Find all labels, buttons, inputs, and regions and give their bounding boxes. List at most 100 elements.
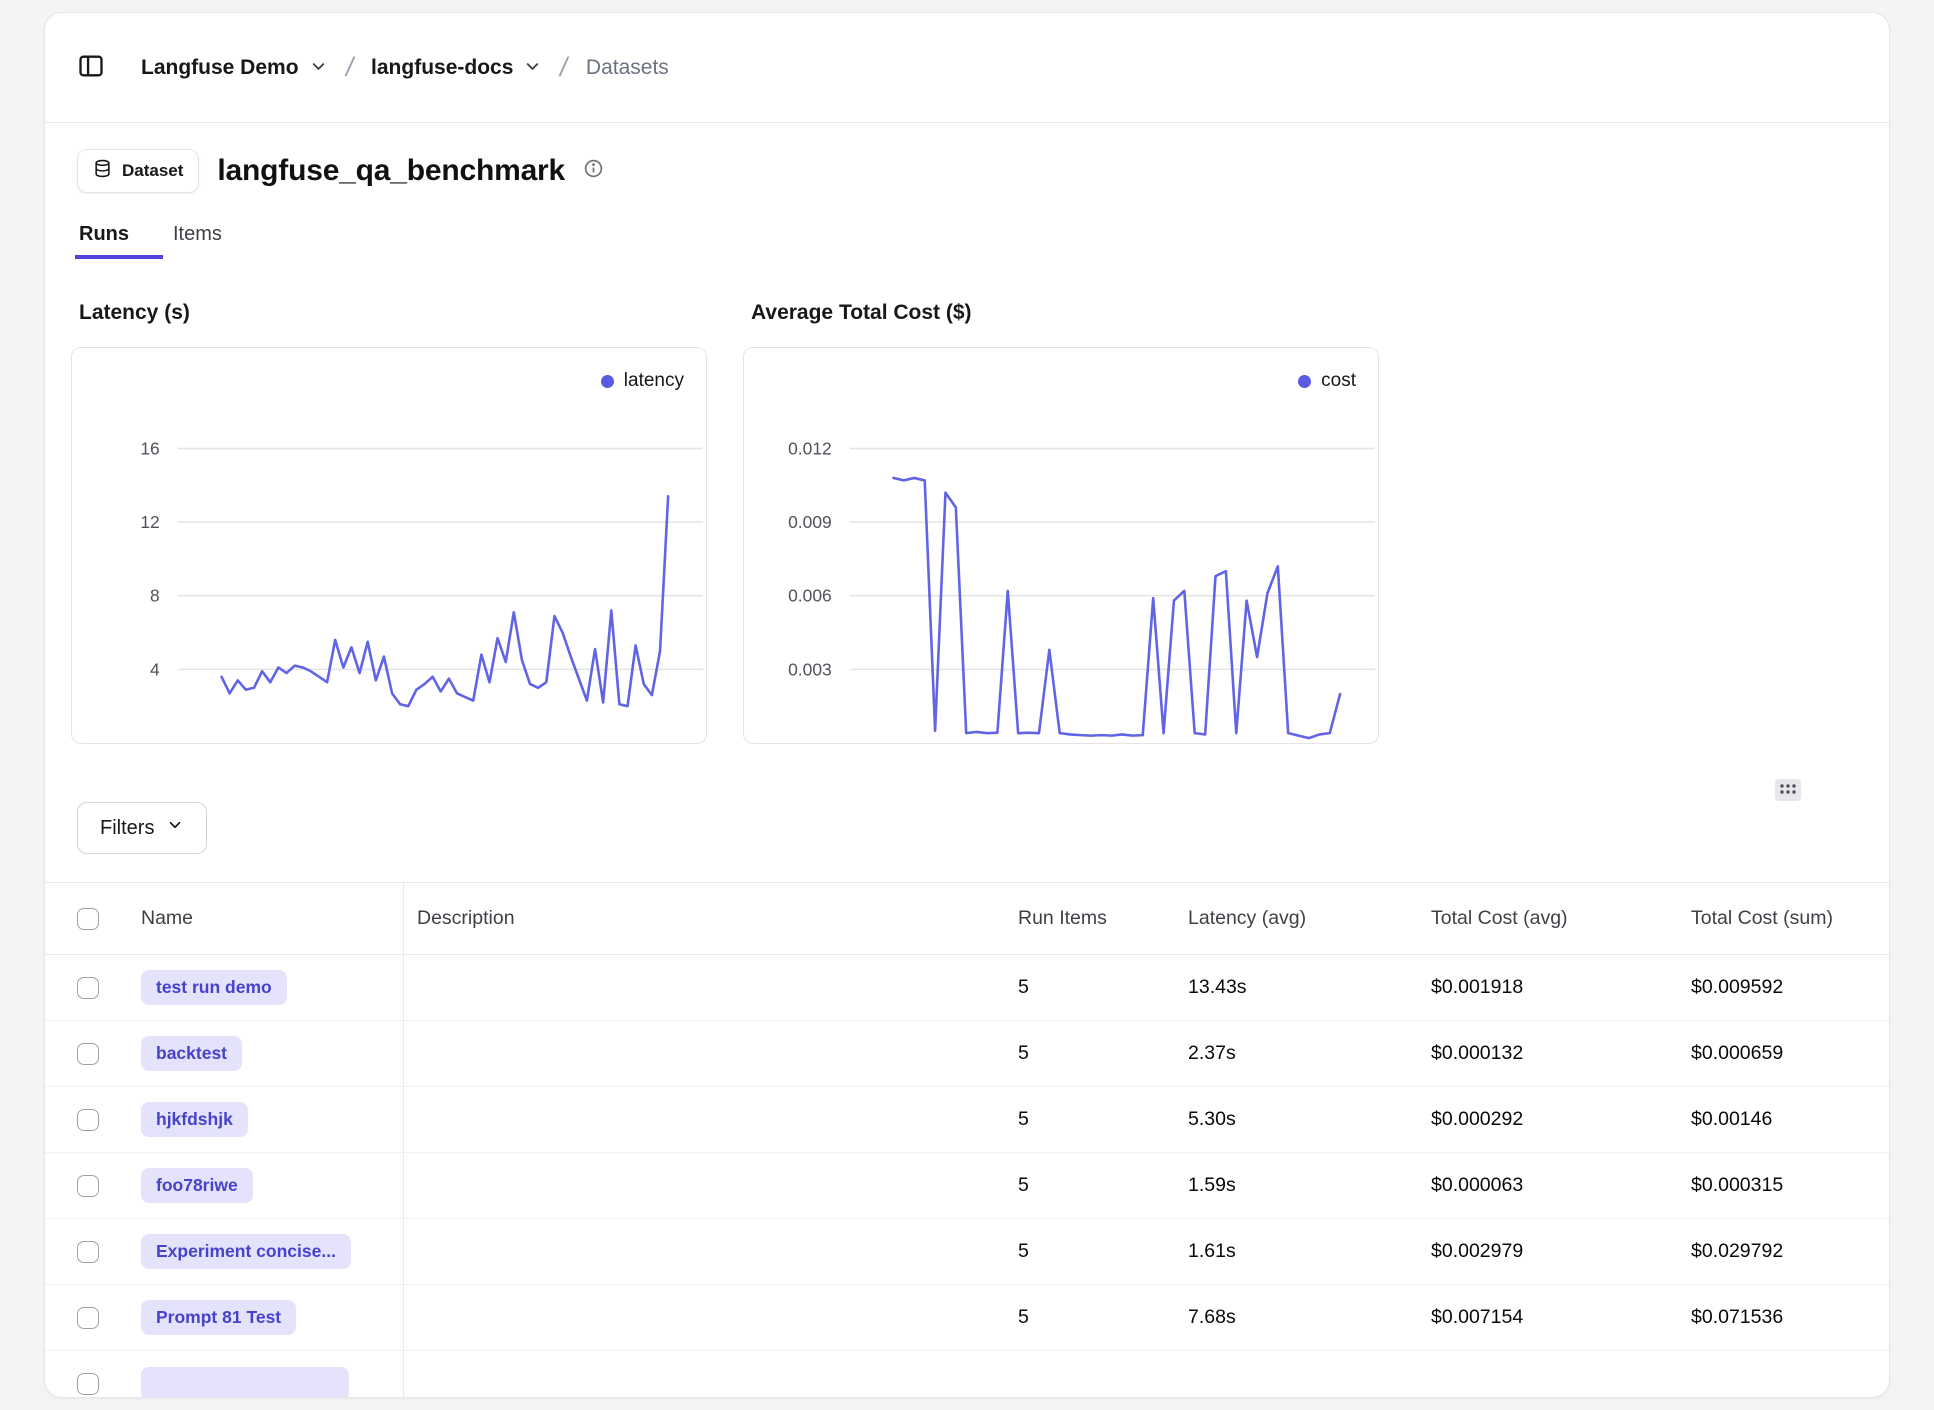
total-cost-avg-value: $0.000132 [1413, 1042, 1673, 1065]
table-row[interactable]: backtest 5 2.37s $0.000132 $0.000659 [45, 1021, 1889, 1087]
row-checkbox[interactable] [77, 977, 99, 999]
main-panel: Langfuse Demo / langfuse-docs / Datasets [44, 12, 1890, 1398]
run-items-value: 5 [1000, 976, 1170, 999]
svg-text:12: 12 [140, 512, 159, 532]
svg-text:8: 8 [150, 586, 160, 606]
row-checkbox[interactable] [77, 1043, 99, 1065]
latency-chart: 16 12 8 4 latency [71, 347, 707, 744]
charts-section: Latency (s) 161284 latency Average Total… [45, 259, 1889, 744]
column-header-description[interactable]: Description [404, 907, 1000, 930]
dataset-badge-label: Dataset [122, 161, 183, 181]
run-items-value: 5 [1000, 1108, 1170, 1131]
svg-text:16: 16 [140, 438, 159, 458]
run-name-badge[interactable]: test run demo [141, 970, 287, 1005]
cost-legend[interactable]: cost [1298, 370, 1356, 392]
legend-label: cost [1321, 370, 1356, 392]
total-cost-sum-value: $0.009592 [1673, 976, 1889, 999]
run-items-value: 5 [1000, 1240, 1170, 1263]
run-name-badge[interactable]: backtest [141, 1036, 242, 1071]
org-name: Langfuse Demo [141, 56, 299, 80]
legend-label: latency [624, 370, 684, 392]
page-title: langfuse_qa_benchmark [217, 154, 565, 188]
total-cost-sum-value: $0.000659 [1673, 1042, 1889, 1065]
column-header-total-cost-sum[interactable]: Total Cost (sum) [1673, 907, 1889, 930]
row-checkbox[interactable] [77, 1175, 99, 1197]
filters-button-label: Filters [100, 817, 154, 840]
total-cost-avg-value: $0.001918 [1413, 976, 1673, 999]
svg-text:0.006: 0.006 [788, 586, 832, 606]
total-cost-avg-value: $0.000063 [1413, 1174, 1673, 1197]
total-cost-avg-value: $0.007154 [1413, 1306, 1673, 1329]
latency-avg-value: 13.43s [1170, 976, 1413, 999]
chevron-down-icon [309, 57, 328, 79]
row-checkbox[interactable] [77, 1307, 99, 1329]
tab-runs[interactable]: Runs [79, 223, 129, 259]
cost-line-plot: 0.012 0.009 0.006 0.003 [744, 348, 1378, 743]
column-header-latency-avg[interactable]: Latency (avg) [1170, 907, 1413, 930]
chevron-down-icon [166, 816, 184, 840]
cost-chart: 0.012 0.009 0.006 0.003 cost [743, 347, 1379, 744]
run-name-badge-truncated[interactable] [141, 1367, 349, 1399]
legend-dot-icon [1298, 375, 1311, 388]
chevron-down-icon [523, 57, 542, 79]
total-cost-sum-value: $0.00146 [1673, 1108, 1889, 1131]
latency-avg-value: 1.59s [1170, 1174, 1413, 1197]
latency-avg-value: 5.30s [1170, 1108, 1413, 1131]
filters-button[interactable]: Filters [77, 802, 207, 854]
info-icon[interactable] [583, 158, 604, 184]
run-items-value: 5 [1000, 1042, 1170, 1065]
row-checkbox[interactable] [77, 1109, 99, 1131]
project-switcher[interactable]: langfuse-docs [371, 56, 542, 80]
svg-text:0.009: 0.009 [788, 512, 832, 532]
row-checkbox[interactable] [77, 1241, 99, 1263]
run-items-value: 5 [1000, 1174, 1170, 1197]
breadcrumb-separator: / [343, 52, 356, 83]
svg-text:0.012: 0.012 [788, 438, 832, 458]
table-row[interactable]: test run demo 5 13.43s $0.001918 $0.0095… [45, 955, 1889, 1021]
grip-dots-icon [1779, 782, 1797, 799]
table-row-partial[interactable] [45, 1351, 1889, 1398]
table-header-row: Name Description Run Items Latency (avg)… [45, 883, 1889, 955]
panel-left-icon [77, 52, 105, 83]
run-name-badge[interactable]: hjkfdshjk [141, 1102, 248, 1137]
project-name: langfuse-docs [371, 56, 513, 80]
column-header-run-items[interactable]: Run Items [1000, 907, 1170, 930]
table-row[interactable]: hjkfdshjk 5 5.30s $0.000292 $0.00146 [45, 1087, 1889, 1153]
table-row[interactable]: Prompt 81 Test 5 7.68s $0.007154 $0.0715… [45, 1285, 1889, 1351]
database-icon [93, 159, 112, 183]
latency-legend[interactable]: latency [601, 370, 684, 392]
latency-line-plot: 16 12 8 4 [72, 348, 706, 743]
org-switcher[interactable]: Langfuse Demo [141, 56, 328, 80]
latency-chart-block: Latency (s) 16 12 8 4 latency [71, 301, 707, 744]
run-items-value: 5 [1000, 1306, 1170, 1329]
dataset-type-badge: Dataset [77, 149, 199, 193]
latency-avg-value: 7.68s [1170, 1306, 1413, 1329]
breadcrumb-section[interactable]: Datasets [586, 56, 669, 80]
latency-avg-value: 2.37s [1170, 1042, 1413, 1065]
latency-chart-title: Latency (s) [79, 301, 707, 325]
total-cost-avg-value: $0.002979 [1413, 1240, 1673, 1263]
table-row[interactable]: foo78riwe 5 1.59s $0.000063 $0.000315 [45, 1153, 1889, 1219]
total-cost-sum-value: $0.000315 [1673, 1174, 1889, 1197]
drag-handle-button[interactable] [1775, 779, 1801, 801]
row-checkbox[interactable] [77, 1373, 99, 1395]
column-header-total-cost-avg[interactable]: Total Cost (avg) [1413, 907, 1673, 930]
latency-avg-value: 1.61s [1170, 1240, 1413, 1263]
sidebar-toggle-button[interactable] [77, 52, 105, 83]
column-header-name[interactable]: Name [121, 883, 404, 954]
cost-chart-block: Average Total Cost ($) 0.0120.0090.0060.… [743, 301, 1379, 744]
run-name-badge[interactable]: Prompt 81 Test [141, 1300, 296, 1335]
total-cost-sum-value: $0.071536 [1673, 1306, 1889, 1329]
svg-text:4: 4 [150, 659, 160, 679]
breadcrumb: Langfuse Demo / langfuse-docs / Datasets [45, 13, 1889, 123]
table-row[interactable]: Experiment concise... 5 1.61s $0.002979 … [45, 1219, 1889, 1285]
breadcrumb-separator: / [558, 52, 571, 83]
tab-items[interactable]: Items [173, 223, 222, 259]
svg-text:0.003: 0.003 [788, 659, 832, 679]
run-name-badge[interactable]: Experiment concise... [141, 1234, 351, 1269]
run-name-badge[interactable]: foo78riwe [141, 1168, 253, 1203]
select-all-checkbox[interactable] [77, 908, 99, 930]
tab-bar: Runs Items [77, 223, 1857, 259]
total-cost-sum-value: $0.029792 [1673, 1240, 1889, 1263]
total-cost-avg-value: $0.000292 [1413, 1108, 1673, 1131]
